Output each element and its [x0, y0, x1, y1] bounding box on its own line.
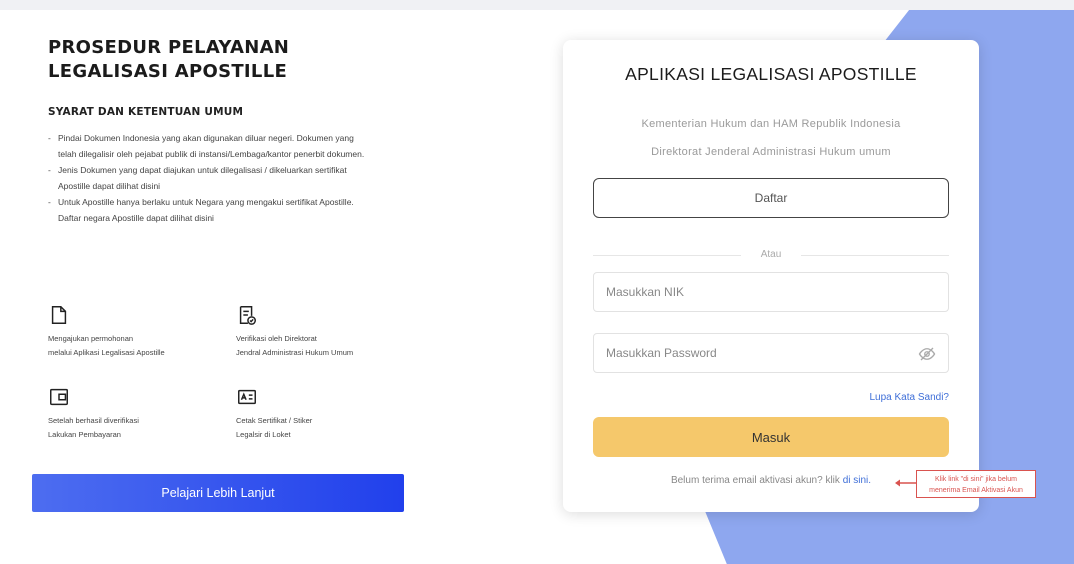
rule-item: Jenis Dokumen yang dapat diajukan untuk …: [48, 162, 368, 194]
step-text: Cetak Sertifikat / Stiker: [236, 416, 313, 425]
rules-list: Pindai Dokumen Indonesia yang akan digun…: [48, 130, 408, 226]
callout-text: menerima Email Aktivasi Akun: [929, 487, 1023, 494]
step-submit: Mengajukan permohonan melalui Aplikasi L…: [48, 304, 226, 360]
step-text: Jendral Administrasi Hukum Umum: [236, 348, 354, 357]
procedure-panel: PROSEDUR PELAYANAN LEGALISASI APOSTILLE …: [48, 36, 408, 439]
login-card: APLIKASI LEGALISASI APOSTILLE Kementeria…: [563, 40, 979, 512]
callout-text: Klik link "di sini" jika belum: [935, 476, 1017, 483]
step-text: Verifikasi oleh Direktorat: [236, 334, 317, 343]
top-border: [0, 0, 1074, 10]
eye-slash-icon[interactable]: [918, 345, 936, 363]
nik-field-wrapper: [593, 272, 949, 312]
rule-item: Untuk Apostille hanya berlaku untuk Nega…: [48, 194, 368, 226]
step-text: Mengajukan permohonan: [48, 334, 134, 343]
password-input[interactable]: [594, 334, 948, 372]
title-line-1: PROSEDUR PELAYANAN: [48, 37, 290, 58]
ministry-name: Kementerian Hukum dan HAM Republik Indon…: [641, 118, 901, 130]
register-button[interactable]: Daftar: [593, 178, 949, 218]
document-icon: [51, 306, 67, 324]
page-title: PROSEDUR PELAYANAN LEGALISASI APOSTILLE: [48, 36, 408, 84]
step-print: Cetak Sertifikat / Stiker Legalsir di Lo…: [236, 386, 414, 442]
id-card-icon: [238, 389, 256, 405]
rule-item: Pindai Dokumen Indonesia yang akan digun…: [48, 130, 368, 162]
divider-label: Atau: [760, 249, 782, 260]
learn-more-button[interactable]: Pelajari Lebih Lanjut: [32, 474, 404, 512]
forgot-password-link[interactable]: Lupa Kata Sandi?: [869, 392, 949, 403]
document-check-icon: [239, 306, 256, 325]
step-verify: Verifikasi oleh Direktorat Jendral Admin…: [236, 304, 414, 360]
rules-heading: SYARAT DAN KETENTUAN UMUM: [48, 106, 244, 118]
activation-text: Belum terima email aktivasi akun? klik: [670, 475, 843, 486]
wallet-icon: [50, 388, 68, 406]
title-line-2: LEGALISASI APOSTILLE: [48, 61, 288, 82]
password-field-wrapper: [593, 333, 949, 373]
activation-callout: Klik link "di sini" jika belum menerima …: [916, 470, 1036, 498]
directorate-name: Direktorat Jenderal Administrasi Hukum u…: [651, 146, 891, 158]
or-divider: Atau: [593, 248, 949, 262]
nik-input[interactable]: [594, 273, 948, 311]
step-text: Lakukan Pembayaran: [48, 430, 121, 439]
callout-arrow-icon: [895, 479, 917, 487]
step-text: Setelah berhasil diverifikasi: [48, 416, 139, 425]
activation-link[interactable]: di sini.: [843, 475, 871, 486]
step-text: Legalsir di Loket: [236, 430, 291, 439]
step-text: melalui Aplikasi Legalisasi Apostille: [48, 348, 165, 357]
login-button[interactable]: Masuk: [593, 417, 949, 457]
login-title: APLIKASI LEGALISASI APOSTILLE: [625, 64, 917, 84]
step-payment: Setelah berhasil diverifikasi Lakukan Pe…: [48, 386, 226, 442]
